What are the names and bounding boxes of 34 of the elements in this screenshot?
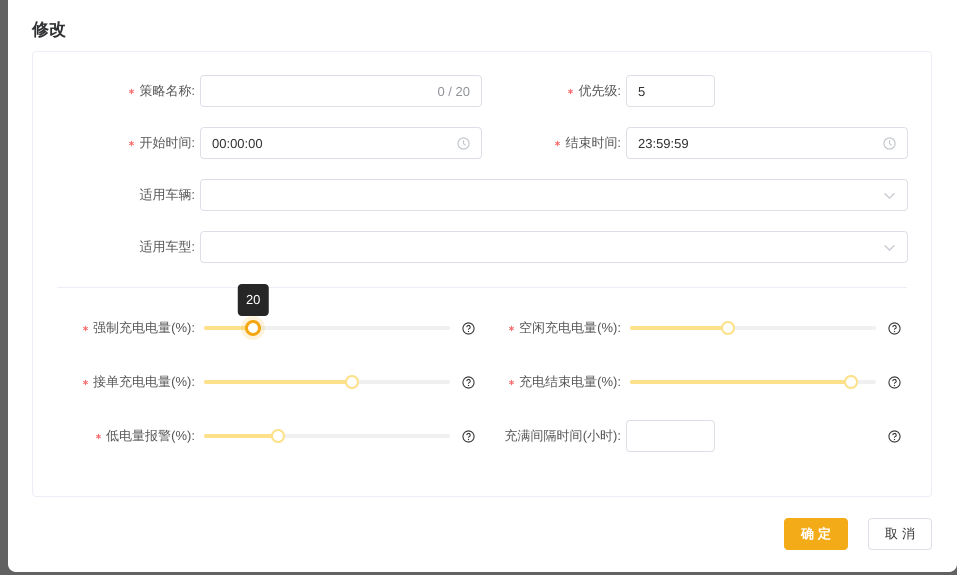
clock-icon <box>883 136 896 150</box>
cancel-button[interactable]: 取 消 <box>868 518 932 550</box>
field-label: 开始时间: <box>139 134 195 152</box>
number-field[interactable] <box>626 420 715 452</box>
value-tooltip: 20 <box>238 284 268 316</box>
slider-handle[interactable] <box>245 320 262 336</box>
slider-track[interactable] <box>204 434 450 438</box>
field-label: 充满间隔时间(小时): <box>504 427 621 445</box>
help-icon[interactable] <box>888 430 901 442</box>
char-counter: 0 / 20 <box>437 84 470 98</box>
field-label: 适用车型: <box>139 238 195 256</box>
field-label: 充电结束电量(%): <box>519 373 621 391</box>
time-field[interactable]: 00:00:00 <box>200 127 482 159</box>
field-label: 接单充电电量(%): <box>93 373 195 391</box>
select-field[interactable] <box>200 231 908 263</box>
help-icon[interactable] <box>888 376 901 388</box>
select-field[interactable] <box>200 179 908 211</box>
field-label: 结束时间: <box>565 134 621 152</box>
field-label: 适用车辆: <box>139 186 195 204</box>
field-label: 强制充电电量(%): <box>93 319 195 337</box>
number-field[interactable]: 5 <box>626 75 715 107</box>
slider-track[interactable] <box>204 380 450 384</box>
clock-icon <box>457 136 470 150</box>
slider-track[interactable] <box>630 326 876 330</box>
help-icon[interactable] <box>462 430 475 442</box>
field-label: 策略名称: <box>139 82 195 100</box>
field-label: 空闲充电电量(%): <box>519 319 621 337</box>
time-field[interactable]: 23:59:59 <box>626 127 908 159</box>
help-icon[interactable] <box>462 322 475 334</box>
help-icon[interactable] <box>462 376 475 388</box>
field-label: 优先级: <box>578 82 621 100</box>
help-icon[interactable] <box>888 322 901 334</box>
dialog-title: 修改 <box>32 19 67 41</box>
field-label: 低电量报警(%): <box>106 427 195 445</box>
